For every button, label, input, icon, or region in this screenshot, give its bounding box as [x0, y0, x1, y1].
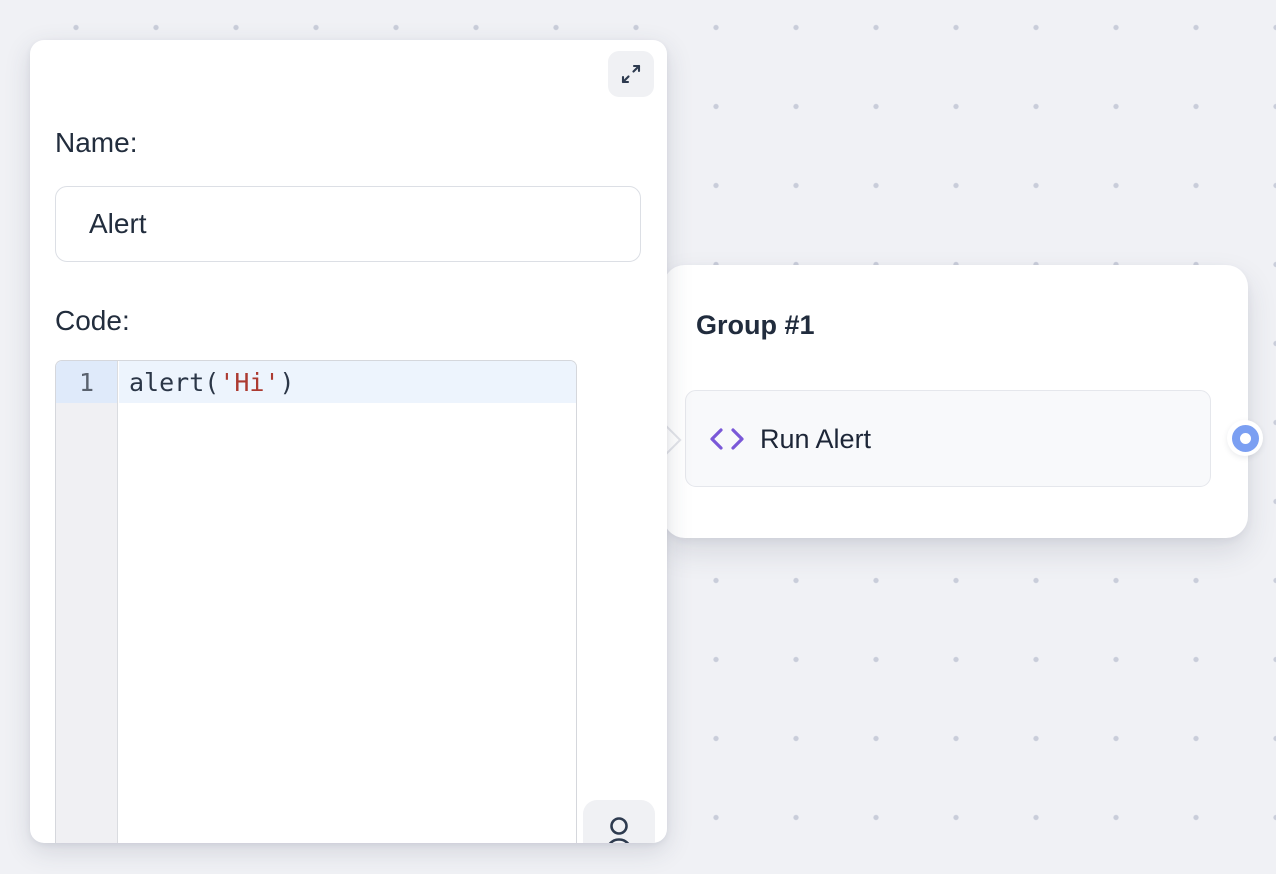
- code-token: ): [280, 368, 295, 397]
- code-line[interactable]: alert('Hi'): [119, 361, 576, 403]
- flow-canvas[interactable]: Group #1 Run Alert Name: Code:: [0, 0, 1276, 874]
- node-label: Run Alert: [760, 424, 871, 454]
- name-label: Name:: [55, 126, 137, 160]
- code-token: alert(: [129, 368, 219, 397]
- code-icon: [709, 425, 745, 453]
- node-editor-panel: Name: Code: 1 alert('Hi'): [30, 40, 667, 843]
- code-editor[interactable]: 1 alert('Hi'): [55, 360, 577, 843]
- source-handle-ring: [1232, 425, 1259, 452]
- run-alert-node[interactable]: Run Alert: [685, 390, 1211, 487]
- group-title: Group #1: [696, 309, 815, 341]
- user-button[interactable]: [583, 800, 655, 843]
- expand-button[interactable]: [608, 51, 654, 97]
- code-token-string: 'Hi': [219, 368, 279, 397]
- person-icon: [604, 817, 634, 843]
- expand-icon: [619, 62, 643, 86]
- source-handle[interactable]: [1227, 420, 1263, 456]
- line-number: 1: [56, 361, 117, 403]
- name-input[interactable]: [55, 186, 641, 262]
- code-label: Code:: [55, 304, 130, 338]
- group-node-card[interactable]: Group #1 Run Alert: [663, 265, 1248, 538]
- editor-gutter: 1: [56, 361, 118, 843]
